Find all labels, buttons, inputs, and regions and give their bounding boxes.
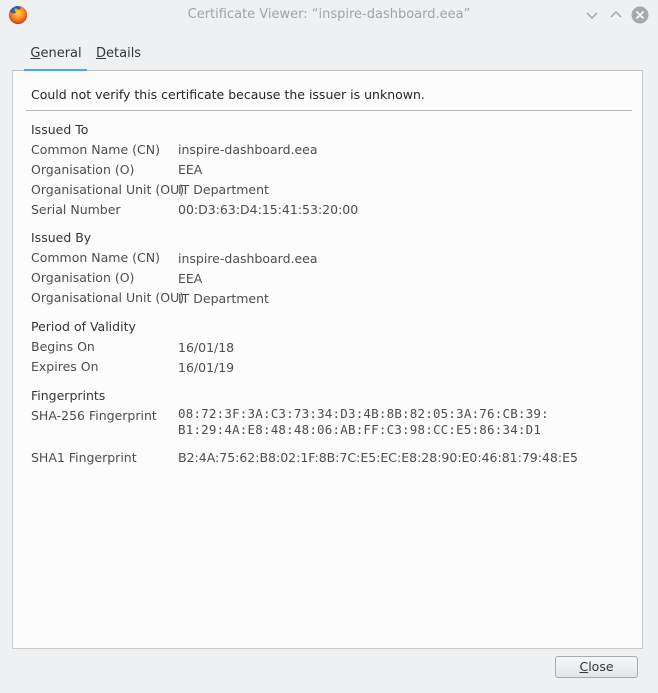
issued-to-cn-label: Common Name (CN) [31,142,160,157]
issued-to-heading: Issued To [31,122,89,137]
maximize-button[interactable] [606,5,626,25]
close-button-label: lose [588,659,614,674]
issued-to-ou-value[interactable]: IT Department [178,182,269,197]
issued-to-o-label: Organisation (O) [31,162,135,177]
begins-on-value[interactable]: 16/01/18 [178,340,234,355]
tab-details[interactable]: Details [96,40,141,72]
issued-to-ou-label: Organisational Unit (OU) [31,182,185,197]
issued-by-o-label: Organisation (O) [31,270,135,285]
issued-by-o-value[interactable]: EEA [178,271,202,286]
window-title: Certificate Viewer: “inspire-dashboard.e… [187,7,471,22]
fingerprints-heading: Fingerprints [31,388,106,403]
expires-on-value[interactable]: 16/01/19 [178,360,234,375]
issued-by-cn-label: Common Name (CN) [31,250,160,265]
serial-number-value[interactable]: 00:D3:63:D4:15:41:53:20:00 [178,202,358,217]
sha256-line2[interactable]: B1:29:4A:E8:48:48:06:AB:FF:C3:98:CC:E5:8… [178,422,541,438]
sha1-value[interactable]: B2:4A:75:62:B8:02:1F:8B:7C:E5:EC:E8:28:9… [178,450,578,465]
active-tab-indicator [24,69,87,71]
tab-general[interactable]: General [24,40,88,72]
tab-general-label: eneral [40,46,82,61]
expires-on-label: Expires On [31,359,99,374]
issued-by-cn-value[interactable]: inspire-dashboard.eea [178,251,318,266]
issued-to-cn-value[interactable]: inspire-dashboard.eea [178,142,318,157]
minimize-button[interactable] [582,5,602,25]
tab-details-mnemonic: D [96,46,107,61]
sha256-line1[interactable]: 08:72:3F:3A:C3:73:34:D3:4B:8B:82:05:3A:7… [178,406,549,422]
sha1-label: SHA1 Fingerprint [31,450,137,465]
tab-general-mnemonic: G [30,46,41,61]
issued-by-heading: Issued By [31,230,92,245]
issued-to-o-value[interactable]: EEA [178,162,202,177]
tab-details-label: etails [106,46,142,61]
close-button[interactable]: Close [555,656,638,678]
validity-heading: Period of Validity [31,319,136,334]
close-window-button[interactable] [630,5,650,25]
separator [26,110,632,111]
general-panel: Could not verify this certificate becaus… [12,70,643,649]
close-button-mnemonic: C [579,659,589,674]
serial-number-label: Serial Number [31,202,121,217]
issued-by-ou-value[interactable]: IT Department [178,291,269,306]
verification-warning: Could not verify this certificate becaus… [31,87,425,102]
title-bar: Certificate Viewer: “inspire-dashboard.e… [0,0,658,30]
sha256-label: SHA-256 Fingerprint [31,408,157,423]
issued-by-ou-label: Organisational Unit (OU) [31,290,185,305]
begins-on-label: Begins On [31,339,95,354]
